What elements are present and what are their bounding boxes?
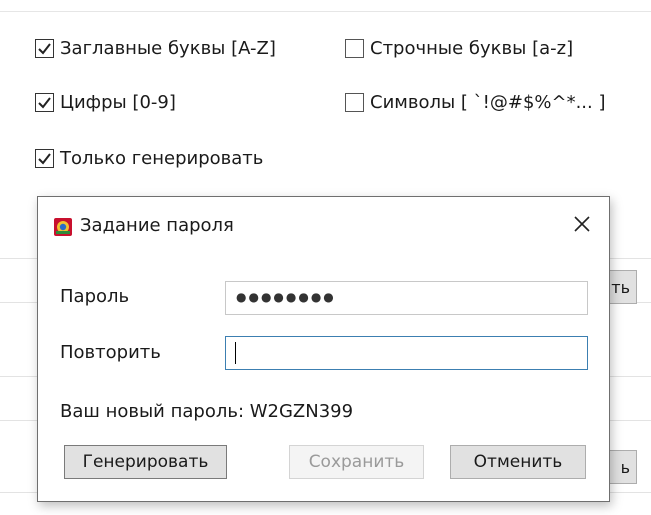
password-mask: ●●●●●●●● xyxy=(236,290,336,304)
digits-label: Цифры [0-9] xyxy=(60,92,176,113)
option-symbols[interactable]: Символы [ `!@#$%^*... ] xyxy=(345,92,606,113)
generate-button[interactable]: Генерировать xyxy=(64,445,227,479)
save-button[interactable]: Сохранить xyxy=(289,445,424,479)
close-icon[interactable] xyxy=(569,211,595,237)
option-digits[interactable]: Цифры [0-9] xyxy=(35,92,176,113)
checkmark-icon xyxy=(38,97,51,109)
repeat-label: Повторить xyxy=(60,342,161,363)
generate-only-label: Только генерировать xyxy=(60,148,264,169)
option-generate-only[interactable]: Только генерировать xyxy=(35,148,263,169)
symbols-label: Символы [ `!@#$%^*... ] xyxy=(370,92,606,113)
text-caret xyxy=(235,342,236,364)
password-dialog: Задание пароля Пароль ●●●●●●●● Повторить… xyxy=(37,196,610,502)
option-uppercase[interactable]: Заглавные буквы [A-Z] xyxy=(35,38,276,59)
checkmark-icon xyxy=(38,153,51,165)
dialog-title: Задание пароля xyxy=(80,215,234,236)
symbols-checkbox[interactable] xyxy=(345,93,364,112)
password-field[interactable]: ●●●●●●●● xyxy=(225,281,588,315)
option-lowercase[interactable]: Строчные буквы [a-z] xyxy=(345,38,573,59)
repeat-password-field[interactable] xyxy=(225,336,588,370)
digits-checkbox[interactable] xyxy=(35,93,54,112)
lowercase-label: Строчные буквы [a-z] xyxy=(370,38,574,59)
uppercase-label: Заглавные буквы [A-Z] xyxy=(60,38,276,59)
app-icon xyxy=(54,218,72,236)
cancel-button[interactable]: Отменить xyxy=(450,445,586,479)
new-password-text: Ваш новый пароль: W2GZN399 xyxy=(60,401,354,422)
uppercase-checkbox[interactable] xyxy=(35,39,54,58)
lowercase-checkbox[interactable] xyxy=(345,39,364,58)
generate-only-checkbox[interactable] xyxy=(35,149,54,168)
password-label: Пароль xyxy=(60,286,130,307)
top-divider xyxy=(0,11,651,12)
dialog-titlebar: Задание пароля xyxy=(38,197,609,257)
checkmark-icon xyxy=(38,43,51,55)
